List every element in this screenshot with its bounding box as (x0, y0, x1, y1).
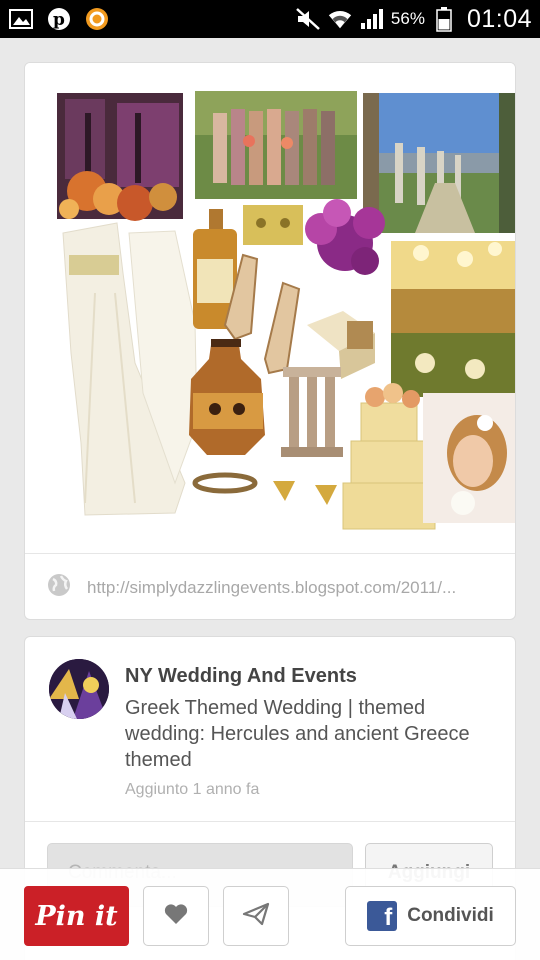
globe-icon (47, 573, 71, 602)
pinterest-icon: p (46, 6, 72, 32)
column-ruins (281, 367, 343, 457)
pin-it-button[interactable]: Pin it (24, 886, 129, 946)
share-label: Condividi (407, 905, 494, 926)
board-name[interactable]: NY Wedding And Events (125, 665, 357, 688)
clock: 01:04 (466, 4, 532, 33)
divider (25, 821, 515, 822)
source-url[interactable]: http://simplydazzlingevents.blogspot.com… (87, 578, 487, 598)
bride-portrait (423, 393, 515, 523)
heart-icon (164, 903, 188, 930)
gold-mask (243, 205, 303, 245)
greek-amphora (189, 339, 265, 455)
battery-percentage: 56% (390, 9, 425, 28)
pin-image[interactable] (25, 63, 515, 553)
avatar[interactable] (49, 659, 109, 719)
send-button[interactable] (223, 886, 289, 946)
ruins-photo (363, 93, 515, 233)
signal-icon (359, 6, 385, 32)
gallery-icon (8, 6, 34, 32)
added-time: Aggiunto 1 anno fa (125, 781, 260, 798)
source-link[interactable]: http://simplydazzlingevents.blogspot.com… (25, 553, 515, 619)
facebook-icon: f (367, 901, 398, 931)
send-icon (242, 902, 270, 931)
bridesmaids-photo (195, 91, 357, 199)
pin-image-card[interactable]: http://simplydazzlingevents.blogspot.com… (24, 62, 516, 620)
jewelry (192, 472, 337, 505)
status-bar: p 56% 01:04 (0, 0, 540, 38)
system-icons: 56% 01:04 (295, 5, 532, 34)
white-gown (62, 222, 198, 516)
svg-text:p: p (53, 10, 65, 30)
purple-chairs-photo (57, 93, 183, 221)
like-button[interactable] (143, 886, 209, 946)
notification-icons: p (8, 6, 110, 32)
wedding-cake (342, 383, 436, 530)
pin-description: Greek Themed Wedding | themed wedding: H… (125, 697, 470, 771)
mute-icon (295, 6, 321, 32)
share-facebook-button[interactable]: f Condividi (345, 886, 516, 946)
orchid-bouquet (305, 199, 385, 275)
wifi-icon (327, 6, 353, 32)
orange-app-icon (84, 6, 110, 32)
action-bar: Pin it f Condividi (0, 868, 540, 960)
battery-icon (431, 6, 457, 32)
reception-photo (391, 241, 515, 397)
